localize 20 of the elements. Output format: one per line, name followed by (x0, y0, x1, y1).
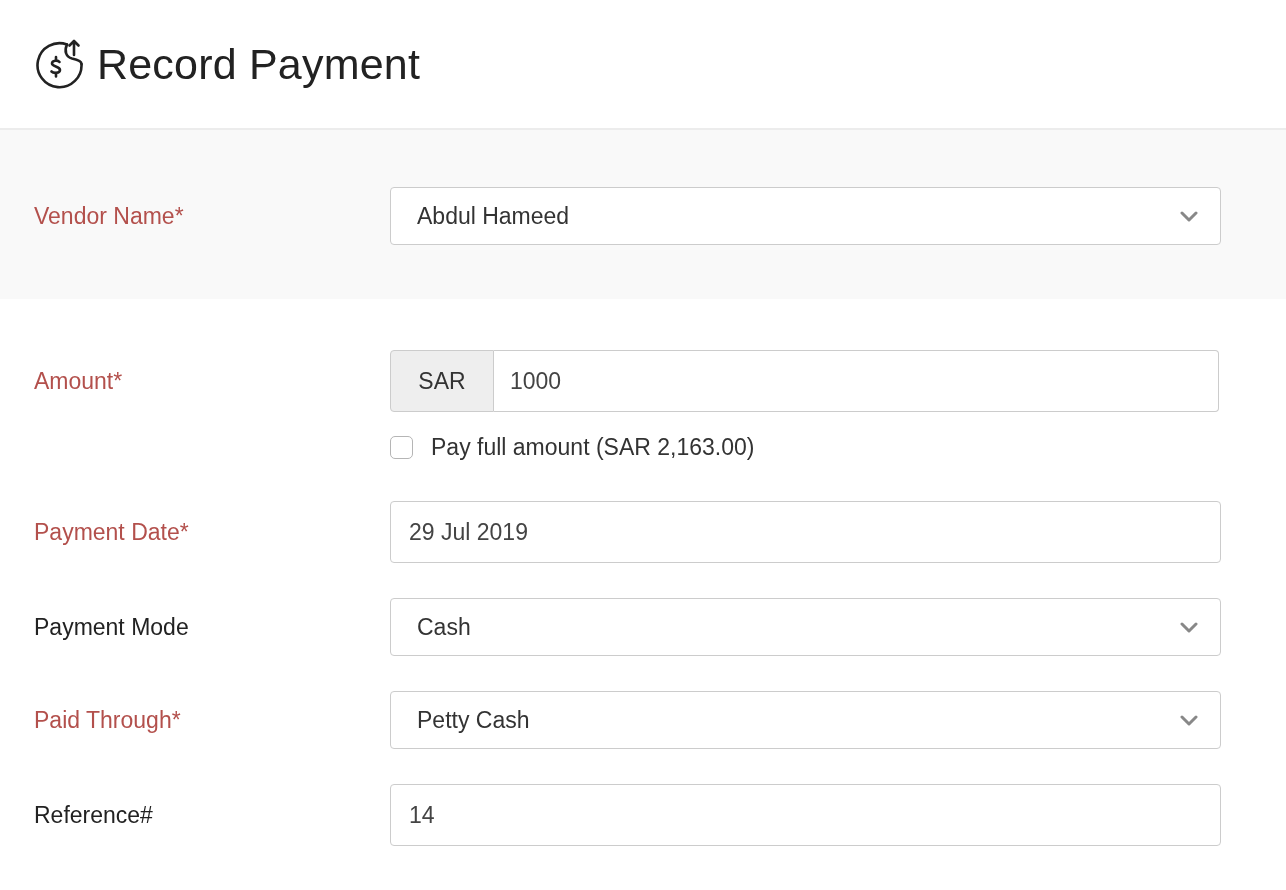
input-field[interactable]: 29 Jul 2019 (390, 501, 1221, 563)
select-field[interactable]: Cash (390, 598, 1221, 656)
dollar-coin-arrow-icon (34, 39, 84, 89)
chevron-down-icon (1180, 621, 1198, 633)
input-field[interactable]: 14 (390, 784, 1221, 846)
input-field[interactable]: 1000 (494, 350, 1219, 412)
field-label: Payment Mode (34, 613, 189, 641)
field-label: Vendor Name* (34, 202, 184, 230)
chevron-down-icon (1180, 210, 1198, 222)
checkbox-label: Pay full amount (SAR 2,163.00) (431, 434, 755, 461)
field-label: Paid Through* (34, 706, 181, 734)
page-title: Record Payment (97, 39, 421, 89)
currency-label: SAR (390, 350, 494, 412)
field-label: Reference# (34, 801, 153, 829)
field-label: Amount* (34, 367, 123, 395)
field-label: Payment Date* (34, 518, 189, 546)
checkbox[interactable] (390, 436, 413, 459)
select-field[interactable]: Petty Cash (390, 691, 1221, 749)
select-field[interactable]: Abdul Hameed (390, 187, 1221, 245)
chevron-down-icon (1180, 714, 1198, 726)
